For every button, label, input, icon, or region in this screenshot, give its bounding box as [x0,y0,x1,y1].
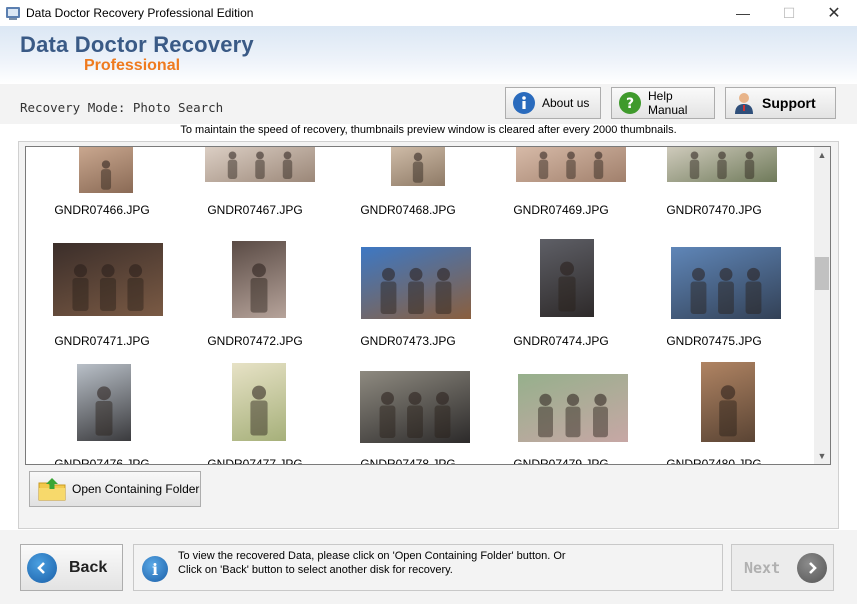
next-button[interactable]: Next [731,544,834,591]
thumbnail-item[interactable]: GNDR07478.JPG [333,362,483,465]
support-button[interactable]: Support [725,87,836,119]
thumbnail-scrollbar[interactable]: ▲ ▼ [814,147,830,464]
back-arrow-icon [27,552,57,583]
next-label: Next [744,558,781,577]
photo-thumbnail [79,147,133,193]
toolbar: Recovery Mode: Photo Search About us ? H… [0,84,857,124]
instruction-box: i To view the recovered Data, please cli… [133,544,723,591]
thumbnail-filename: GNDR07466.JPG [54,203,150,217]
support-person-icon [735,93,753,114]
thumbnail-item[interactable]: GNDR07477.JPG [180,362,330,465]
thumbnail-grid: GNDR07466.JPG GNDR07467.JPG GNDR07468.JPG G… [25,146,831,465]
thumbnail-filename: GNDR07473.JPG [360,334,456,348]
folder-icon [38,478,66,501]
help-icon: ? [619,92,641,114]
photo-thumbnail [232,241,286,318]
photo-thumbnail [361,247,471,319]
thumbnail-item[interactable]: GNDR07476.JPG [27,362,177,465]
title-bar: Data Doctor Recovery Professional Editio… [0,0,857,26]
photo-thumbnail [540,239,594,317]
scroll-down-arrow-icon[interactable]: ▼ [814,448,830,464]
photo-thumbnail [518,374,628,442]
close-button[interactable]: ✕ [811,0,857,26]
info-icon: i [142,556,168,582]
thumbnail-filename: GNDR07474.JPG [513,334,609,348]
next-arrow-icon [797,552,827,583]
app-icon [6,7,20,20]
help-manual-button[interactable]: ? Help Manual [611,87,715,119]
instruction-line-2: Click on 'Back' button to select another… [178,564,453,576]
maximize-button[interactable]: ☐ [766,0,812,26]
about-us-button[interactable]: About us [505,87,601,119]
thumbnail-item[interactable]: GNDR07475.JPG [639,239,789,359]
photo-thumbnail [205,147,315,182]
thumbnail-item[interactable]: GNDR07479.JPG [486,362,636,465]
thumbnail-filename: GNDR07468.JPG [360,203,456,217]
thumbnail-filename: GNDR07478.JPG [360,457,456,465]
support-label: Support [762,95,816,111]
thumbnail-filename: GNDR07475.JPG [666,334,762,348]
thumbnail-filename: GNDR07477.JPG [207,457,303,465]
brand-edition: Professional [84,57,181,74]
open-containing-folder-button[interactable]: Open Containing Folder [29,471,201,507]
recovery-mode-label: Recovery Mode: Photo Search [20,100,224,115]
svg-text:?: ? [626,96,634,112]
window-title: Data Doctor Recovery Professional Editio… [26,6,254,20]
minimize-button[interactable]: — [720,0,766,26]
back-button[interactable]: Back [20,544,123,591]
photo-thumbnail [701,362,755,442]
open-folder-label: Open Containing Folder [72,482,200,496]
photo-thumbnail [391,147,445,186]
photo-thumbnail [516,147,626,182]
thumbnail-item[interactable]: GNDR07480.JPG [639,362,789,465]
thumbnail-filename: GNDR07476.JPG [54,457,150,465]
about-us-label: About us [542,96,590,110]
photo-thumbnail [77,364,131,441]
thumbnail-filename: GNDR07467.JPG [207,203,303,217]
thumbnail-filename: GNDR07469.JPG [513,203,609,217]
brand-banner: Data Doctor Recovery Professional [0,26,857,84]
help-manual-label: Help Manual [648,89,688,117]
photo-thumbnail [53,243,163,316]
scroll-thumb[interactable] [815,257,829,290]
photo-thumbnail [232,363,286,441]
info-icon [513,92,535,114]
thumbnail-filename: GNDR07480.JPG [666,457,762,465]
thumbnail-filename: GNDR07472.JPG [207,334,303,348]
thumbnail-item[interactable]: GNDR07473.JPG [333,239,483,359]
photo-thumbnail [671,247,781,319]
thumbnail-item[interactable]: GNDR07471.JPG [27,239,177,359]
thumbnail-notice: To maintain the speed of recovery, thumb… [180,124,677,136]
thumbnail-item[interactable]: GNDR07474.JPG [486,239,636,359]
thumbnail-filename: GNDR07471.JPG [54,334,150,348]
thumbnail-filename: GNDR07470.JPG [666,203,762,217]
thumbnail-item[interactable]: GNDR07472.JPG [180,239,330,359]
instruction-line-1: To view the recovered Data, please click… [178,550,566,562]
scroll-up-arrow-icon[interactable]: ▲ [814,147,830,163]
brand-name: Data Doctor Recovery [20,32,254,57]
photo-thumbnail [360,371,470,443]
photo-thumbnail [667,147,777,182]
back-label: Back [69,558,108,576]
thumbnail-filename: GNDR07479.JPG [513,457,609,465]
